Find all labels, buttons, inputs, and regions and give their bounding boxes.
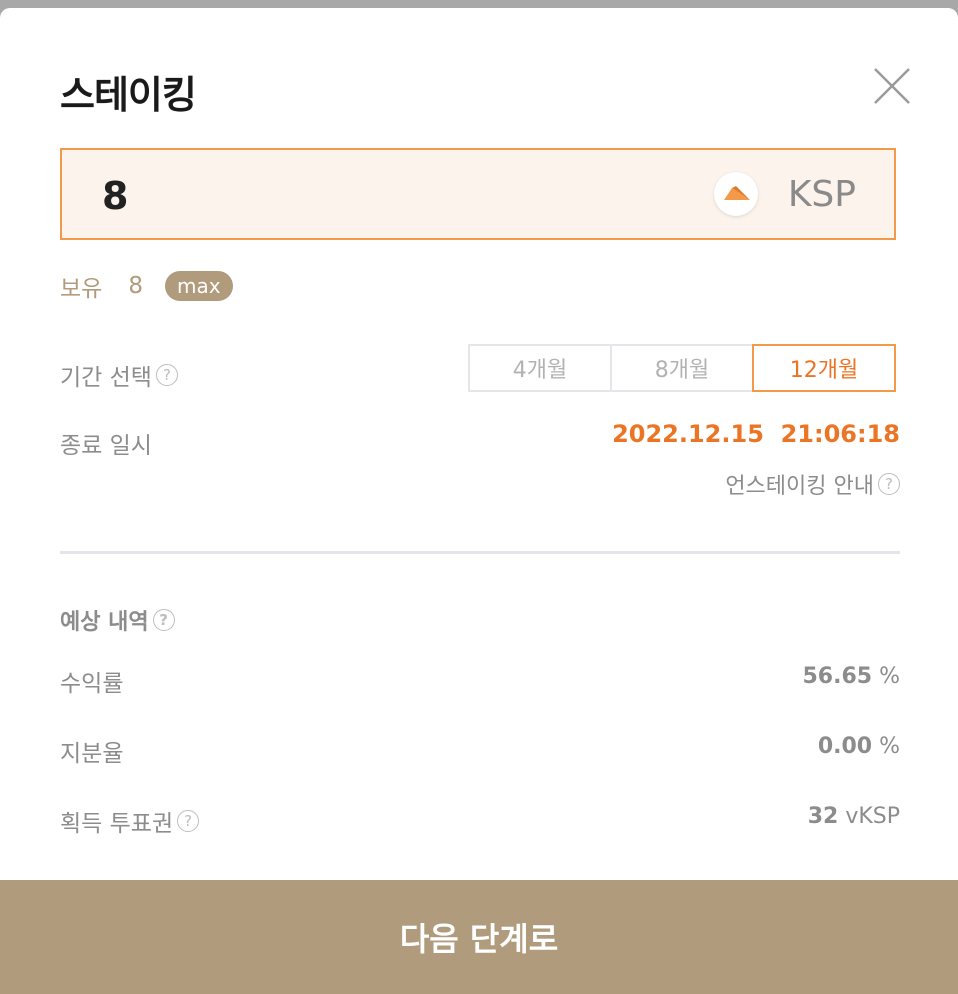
estimate-title-row: 예상 내역 ? xyxy=(60,604,175,636)
max-button[interactable]: max xyxy=(164,271,233,301)
yield-number: 56.65 xyxy=(802,664,873,689)
share-unit: % xyxy=(879,734,900,759)
period-selector: 4개월 8개월 12개월 xyxy=(468,344,900,392)
period-label: 기간 선택 xyxy=(60,365,152,391)
estimate-row-label: 수익률 xyxy=(60,664,123,698)
estimate-row-label: 지분율 xyxy=(60,734,123,768)
yield-unit: % xyxy=(879,664,900,689)
share-label: 지분율 xyxy=(60,741,124,767)
share-number: 0.00 xyxy=(817,734,873,759)
estimate-title: 예상 내역 xyxy=(60,610,149,635)
unstake-info-link[interactable]: 언스테이킹 안내 ? xyxy=(725,468,900,500)
share-value: 0.00 % xyxy=(818,734,900,759)
staking-modal: 스테이킹 8 KSP 보유 8 max 기간 선택 ? 4개월 8개월 12개월… xyxy=(0,8,958,994)
holding-row: 보유 8 max xyxy=(60,270,233,302)
end-label: 종료 일시 xyxy=(60,433,152,459)
unstake-info-label: 언스테이킹 안내 xyxy=(725,474,874,499)
divider xyxy=(60,551,900,554)
amount-value[interactable]: 8 xyxy=(102,174,128,218)
next-step-button[interactable]: 다음 단계로 xyxy=(0,880,958,994)
token-name: KSP xyxy=(787,174,856,215)
holding-value: 8 xyxy=(128,273,143,299)
period-option-4[interactable]: 4개월 xyxy=(468,344,612,392)
yield-label: 수익률 xyxy=(60,671,124,697)
end-datetime: 2022.12.15 21:06:18 xyxy=(612,420,900,448)
help-icon[interactable]: ? xyxy=(177,810,200,832)
modal-title: 스테이킹 xyxy=(60,73,197,117)
help-icon[interactable]: ? xyxy=(155,364,178,386)
yield-value: 56.65 % xyxy=(803,664,901,689)
help-icon[interactable]: ? xyxy=(152,609,175,631)
votes-value: 32 vKSP xyxy=(808,804,900,829)
ksp-logo-icon xyxy=(714,172,758,216)
amount-input[interactable]: 8 KSP xyxy=(60,148,896,240)
estimate-row-label: 획득 투표권 ? xyxy=(60,804,200,838)
holding-label: 보유 xyxy=(60,276,103,302)
help-icon[interactable]: ? xyxy=(878,473,900,495)
close-icon[interactable] xyxy=(872,66,912,106)
votes-number: 32 xyxy=(807,804,839,829)
period-label-row: 기간 선택 ? xyxy=(60,358,178,392)
period-option-8[interactable]: 8개월 xyxy=(610,344,754,392)
end-label-row: 종료 일시 xyxy=(60,426,152,460)
period-option-12[interactable]: 12개월 xyxy=(752,344,896,392)
votes-label: 획득 투표권 xyxy=(60,811,174,837)
votes-unit: vKSP xyxy=(845,804,900,829)
